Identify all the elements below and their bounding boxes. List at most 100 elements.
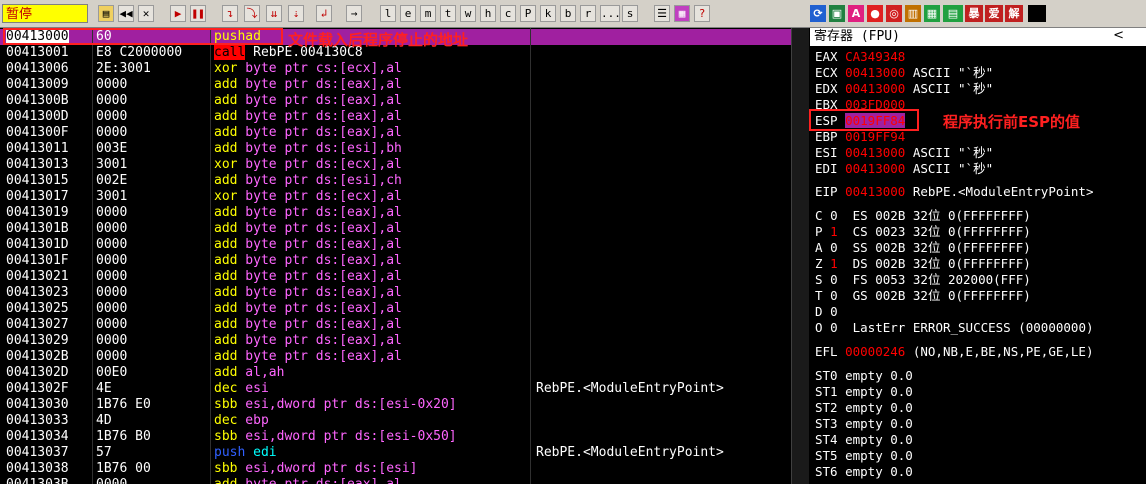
disasm-row[interactable]: 00413030 1B76 E0 sbb esi,dword ptr ds:[esi…	[0, 397, 795, 413]
register-eip[interactable]: EIP 00413000 RebPE.<ModuleEntryPoint>	[815, 184, 1093, 200]
disasm-row[interactable]: 0041301D 0000 add byte ptr ds:[eax],al	[0, 237, 795, 253]
chevron-left-icon[interactable]: <	[1113, 28, 1124, 43]
register-edi[interactable]: EDI 00413000 ASCII "`秒"	[815, 161, 993, 177]
fpu-row[interactable]: ST1 empty 0.0	[815, 384, 913, 400]
entry-highlight-box	[3, 28, 283, 45]
disasm-row[interactable]: 00413013 3001 xor byte ptr ds:[ecx],al	[0, 157, 795, 173]
fpu-row[interactable]: ST6 empty 0.0	[815, 464, 913, 480]
execute-till-return-icon[interactable]: ↲	[316, 5, 332, 22]
patches-window-button[interactable]: P	[520, 5, 536, 22]
fpu-row[interactable]: ST2 empty 0.0	[815, 400, 913, 416]
modules-window-button[interactable]: e	[400, 5, 416, 22]
register-edx[interactable]: EDX 00413000 ASCII "`秒"	[815, 81, 993, 97]
disasm-row[interactable]: 0041301F 0000 add byte ptr ds:[eax],al	[0, 253, 795, 269]
open-file-icon[interactable]: ▤	[98, 5, 114, 22]
plugin-grid-icon[interactable]: ▦	[924, 5, 940, 22]
flag-row[interactable]: T 0 GS 002B 32位 0(FFFFFFFF)	[815, 288, 1031, 304]
restart-icon[interactable]: ◀◀	[118, 5, 134, 22]
disasm-row[interactable]: 0041301B 0000 add byte ptr ds:[eax],al	[0, 221, 795, 237]
disasm-row[interactable]: 00413038 1B76 00 sbb esi,dword ptr ds:[esi…	[0, 461, 795, 477]
memory-window-button[interactable]: m	[420, 5, 436, 22]
plugin-ai-button[interactable]: 爱	[985, 5, 1003, 22]
disasm-row[interactable]: 0041300D 0000 add byte ptr ds:[eax],al	[0, 109, 795, 125]
register-eax[interactable]: EAX CA349348	[815, 49, 913, 65]
windows-window-button[interactable]: w	[460, 5, 476, 22]
disassembly-pane[interactable]: 00413000 60 pushad 00413001 E8 C2000000 call …	[0, 28, 795, 484]
flag-row[interactable]: Z 1 DS 002B 32位 0(FFFFFFFF)	[815, 256, 1031, 272]
plugin-jie-button[interactable]: 解	[1005, 5, 1023, 22]
fpu-row[interactable]: ST0 empty 0.0	[815, 368, 913, 384]
step-into-icon[interactable]: ↴	[222, 5, 238, 22]
plugin-window-icon[interactable]: ▣	[829, 5, 845, 22]
registers-header[interactable]: 寄存器 (FPU) <	[810, 28, 1146, 46]
fpu-row[interactable]: ST5 empty 0.0	[815, 448, 913, 464]
step-over-icon[interactable]: ⤵	[244, 5, 260, 22]
log-window-button[interactable]: l	[380, 5, 396, 22]
handles-window-button[interactable]: h	[480, 5, 496, 22]
close-icon[interactable]: ✕	[138, 5, 154, 22]
disasm-row[interactable]: 00413011 003E add byte ptr ds:[esi],bh	[0, 141, 795, 157]
list-icon[interactable]: ☰	[654, 5, 670, 22]
disasm-row[interactable]: 00413025 0000 add byte ptr ds:[eax],al	[0, 301, 795, 317]
disasm-row[interactable]: 00413021 0000 add byte ptr ds:[eax],al	[0, 269, 795, 285]
disasm-row[interactable]: 00413033 4D dec ebp	[0, 413, 795, 429]
disasm-row[interactable]: 0041302F 4E dec esi RebPE.<ModuleEntryPoint…	[0, 381, 795, 397]
run-trace-window-button[interactable]: ...	[600, 5, 621, 22]
register-efl[interactable]: EFL 00000246 (NO,NB,E,BE,NS,PE,GE,LE)	[815, 344, 1093, 360]
plugin-record-icon[interactable]: ●	[867, 5, 883, 22]
threads-window-button[interactable]: t	[440, 5, 456, 22]
goto-icon[interactable]: →	[346, 5, 362, 22]
disasm-hex: 3001	[96, 189, 128, 204]
fpu-row[interactable]: ST3 empty 0.0	[815, 416, 913, 432]
mnemonic: add	[214, 301, 238, 316]
flag-row[interactable]: C 0 ES 002B 32位 0(FFFFFFFF)	[815, 208, 1031, 224]
plugin-a-icon[interactable]: A	[848, 5, 864, 22]
help-icon[interactable]: ?	[694, 5, 710, 22]
flag-row[interactable]: P 1 CS 0023 32位 0(FFFFFFFF)	[815, 224, 1031, 240]
run-icon[interactable]: ▶	[170, 5, 186, 22]
plugin-bao-button[interactable]: 暴	[965, 5, 983, 22]
disasm-row[interactable]: 00413029 0000 add byte ptr ds:[eax],al	[0, 333, 795, 349]
disasm-row[interactable]: 0041303B 0000 add byte ptr ds:[eax],al	[0, 477, 795, 484]
registers-pane[interactable]: 寄存器 (FPU) < EAX CA349348 ECX 00413000 AS…	[810, 28, 1146, 484]
flag-row[interactable]: O 0 LastErr ERROR_SUCCESS (00000000)	[815, 320, 1101, 336]
register-ebp[interactable]: EBP 0019FF94	[815, 129, 913, 145]
plugin-target-icon[interactable]: ◎	[886, 5, 902, 22]
disasm-row[interactable]: 00413017 3001 xor byte ptr ds:[ecx],al	[0, 189, 795, 205]
disasm-row[interactable]: 00413009 0000 add byte ptr ds:[eax],al	[0, 77, 795, 93]
mnemonic: dec	[214, 413, 238, 428]
disasm-row[interactable]: 00413015 002E add byte ptr ds:[esi],ch	[0, 173, 795, 189]
plugin-black-icon[interactable]	[1028, 5, 1046, 22]
source-window-button[interactable]: s	[622, 5, 638, 22]
disasm-row[interactable]: 0041300B 0000 add byte ptr ds:[eax],al	[0, 93, 795, 109]
disasm-row[interactable]: 0041300F 0000 add byte ptr ds:[eax],al	[0, 125, 795, 141]
plugin-refresh-icon[interactable]: ⟳	[810, 5, 826, 22]
disasm-row[interactable]: 00413034 1B76 B0 sbb esi,dword ptr ds:[esi…	[0, 429, 795, 445]
mnemonic: add	[214, 365, 238, 380]
flag-row[interactable]: S 0 FS 0053 32位 202000(FFF)	[815, 272, 1031, 288]
fpu-row[interactable]: ST4 empty 0.0	[815, 432, 913, 448]
disasm-row[interactable]: 0041302B 0000 add byte ptr ds:[eax],al	[0, 349, 795, 365]
references-window-button[interactable]: r	[580, 5, 596, 22]
flag-row[interactable]: A 0 SS 002B 32位 0(FFFFFFFF)	[815, 240, 1031, 256]
register-ecx[interactable]: ECX 00413000 ASCII "`秒"	[815, 65, 993, 81]
disasm-row[interactable]: 00413037 57 push edi RebPE.<ModuleEntryPoin…	[0, 445, 795, 461]
options-icon[interactable]: ▦	[674, 5, 690, 22]
trace-into-icon[interactable]: ⇊	[266, 5, 282, 22]
breakpoints-window-button[interactable]: b	[560, 5, 576, 22]
disasm-row[interactable]: 00413027 0000 add byte ptr ds:[eax],al	[0, 317, 795, 333]
disassembly-scrollbar[interactable]	[791, 28, 809, 484]
flag-row[interactable]: D 0	[815, 304, 853, 320]
register-esi[interactable]: ESI 00413000 ASCII "`秒"	[815, 145, 993, 161]
plugin-calc-icon[interactable]: ▥	[905, 5, 921, 22]
callstack-window-button[interactable]: k	[540, 5, 556, 22]
cpu-window-button[interactable]: c	[500, 5, 516, 22]
plugin-book-icon[interactable]: ▤	[943, 5, 963, 22]
trace-over-icon[interactable]: ⇣	[288, 5, 304, 22]
disasm-row[interactable]: 0041302D 00E0 add al,ah	[0, 365, 795, 381]
disasm-address: 00413023	[6, 285, 69, 300]
disasm-row[interactable]: 00413023 0000 add byte ptr ds:[eax],al	[0, 285, 795, 301]
disasm-row[interactable]: 00413019 0000 add byte ptr ds:[eax],al	[0, 205, 795, 221]
disasm-row[interactable]: 00413006 2E:3001 xor byte ptr cs:[ecx],al	[0, 61, 795, 77]
pause-icon[interactable]: ❚❚	[190, 5, 206, 22]
